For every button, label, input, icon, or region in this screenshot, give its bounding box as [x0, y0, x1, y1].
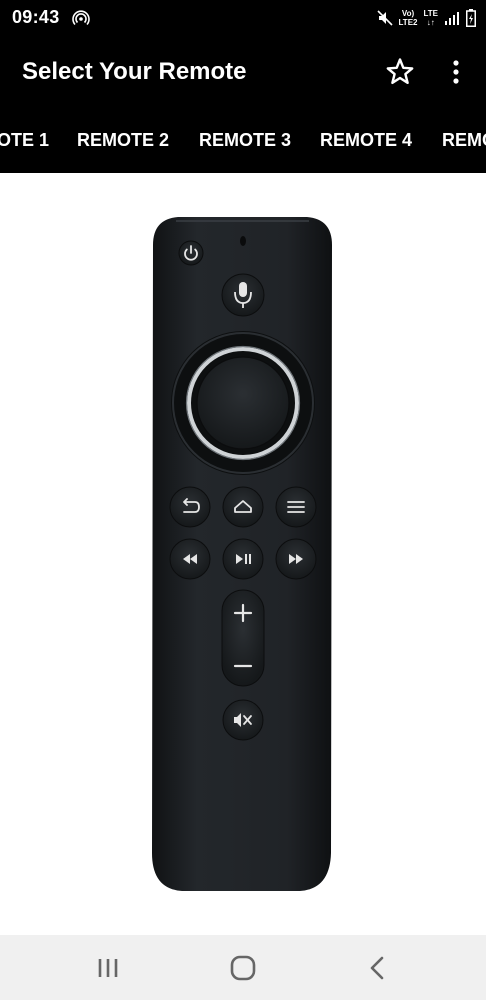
lte-label: LTE ↓↑ — [423, 9, 438, 27]
volume-down-button[interactable] — [222, 638, 264, 686]
power-button[interactable] — [178, 240, 204, 266]
battery-icon — [466, 9, 476, 27]
mute-button[interactable] — [222, 699, 264, 741]
back-nav-icon[interactable] — [358, 953, 398, 983]
select-button[interactable] — [196, 356, 290, 450]
more-vert-icon[interactable] — [444, 56, 468, 88]
tab-remote-2[interactable]: REMOTE 2 — [77, 108, 169, 173]
back-button[interactable] — [169, 486, 211, 528]
remote-image — [152, 217, 332, 891]
lte-text: LTE — [423, 9, 438, 18]
led-indicator — [240, 236, 246, 246]
tab-remote-1[interactable]: REMOTE 1 — [0, 108, 49, 173]
system-nav-bar — [0, 935, 486, 1000]
status-icons: Vo) LTE2 LTE ↓↑ — [376, 6, 476, 30]
home-nav-icon[interactable] — [223, 953, 263, 983]
volte-label: Vo) LTE2 — [399, 9, 418, 27]
volte-bottom: LTE2 — [398, 18, 418, 27]
page-title: Select Your Remote — [22, 58, 247, 85]
fast-forward-button[interactable] — [275, 538, 317, 580]
mute-icon — [376, 10, 393, 26]
data-arrows-icon: ↓↑ — [426, 18, 435, 27]
voice-button[interactable] — [221, 273, 265, 317]
status-time: 09:43 — [12, 7, 60, 27]
play-pause-button[interactable] — [222, 538, 264, 580]
rewind-button[interactable] — [169, 538, 211, 580]
tab-remote-4[interactable]: REMOTE 4 — [320, 108, 412, 173]
menu-button[interactable] — [275, 486, 317, 528]
star-icon[interactable] — [384, 56, 416, 88]
hotspot-icon — [72, 10, 90, 26]
recent-apps-icon[interactable] — [88, 953, 128, 983]
app-bar: Select Your Remote — [0, 36, 486, 108]
tab-remote-3[interactable]: REMOTE 3 — [199, 108, 291, 173]
volte-top: Vo) — [401, 9, 415, 18]
remote-area — [0, 173, 486, 935]
status-bar: 09:43 Vo) LTE2 LTE ↓↑ — [0, 0, 486, 36]
tab-remote-5[interactable]: REMOTE 5 — [442, 108, 486, 173]
home-button[interactable] — [222, 486, 264, 528]
volume-up-button[interactable] — [222, 590, 264, 638]
signal-icon — [445, 12, 459, 25]
remote-tabs: REMOTE 1 REMOTE 2 REMOTE 3 REMOTE 4 REMO… — [0, 108, 486, 173]
